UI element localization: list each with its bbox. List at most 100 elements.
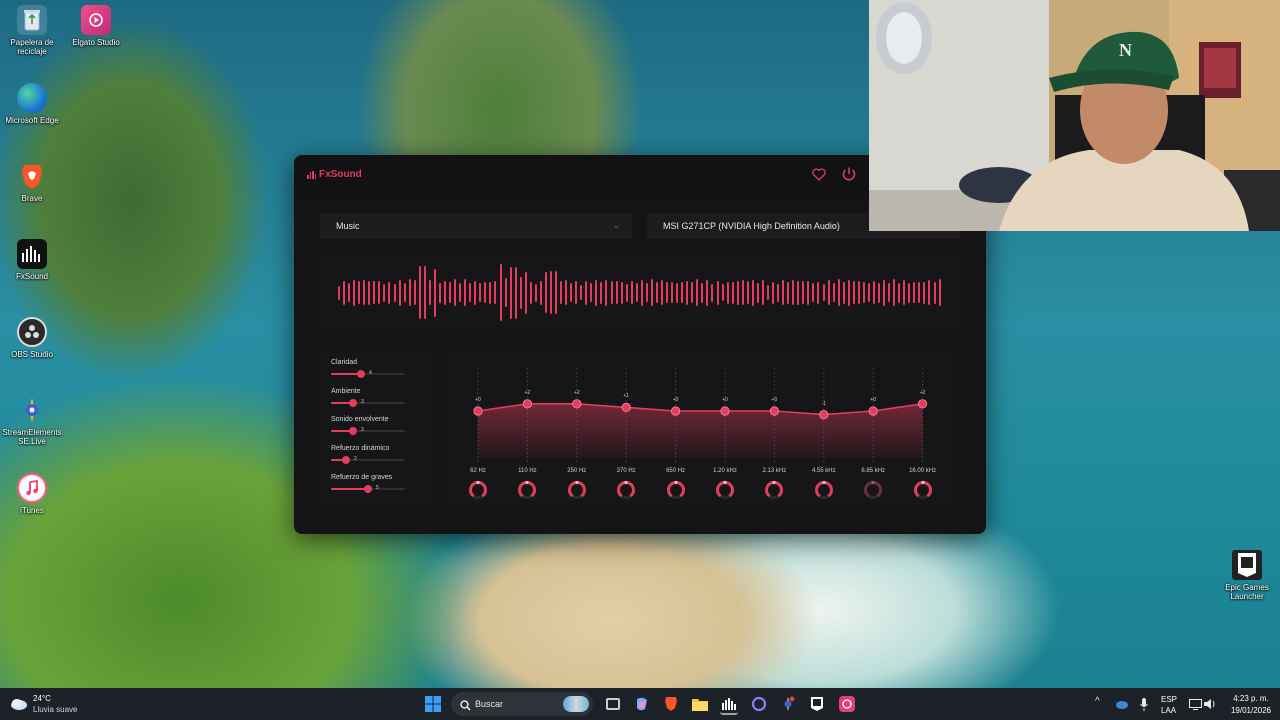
clock-time[interactable]: 4:23 p. m. (1231, 694, 1271, 703)
eq-band-gain-label: +0 (771, 397, 778, 403)
eq-band-frequency-label: 650 Hz (666, 468, 686, 474)
effect-slider-track[interactable] (331, 485, 405, 493)
preset-select[interactable]: Music ⌄ (320, 213, 632, 239)
file-explorer-icon[interactable] (691, 695, 709, 713)
visualizer-bar (413, 280, 416, 305)
eq-band-knob[interactable] (665, 479, 687, 501)
visualizer-bar (560, 281, 563, 304)
language-bottom[interactable]: LAA (1161, 706, 1176, 715)
volume-icon[interactable] (1201, 695, 1219, 713)
tray-cloud-icon[interactable] (1113, 695, 1131, 713)
microphone-icon[interactable] (1135, 695, 1153, 713)
visualizer-bar (519, 276, 522, 309)
obs-studio-icon (17, 317, 47, 347)
visualizer-bar (388, 281, 391, 304)
power-button[interactable] (840, 165, 858, 183)
effect-slider-track[interactable] (331, 427, 405, 435)
recycle-bin-icon (17, 5, 47, 35)
effect-bass-boost: Refuerzo de graves 5 (331, 474, 431, 500)
eq-band-knob[interactable] (516, 479, 538, 501)
eq-band-handle[interactable] (621, 402, 631, 413)
eq-band-handle[interactable] (522, 399, 533, 409)
task-view-icon[interactable] (604, 695, 622, 713)
brave-taskbar-icon[interactable] (662, 695, 680, 713)
start-button[interactable] (424, 695, 442, 713)
eq-band-knob[interactable] (615, 479, 637, 501)
eq-band-knob[interactable] (467, 479, 489, 501)
visualizer-bar (423, 266, 426, 319)
visualizer-bar (842, 281, 845, 304)
effect-slider-handle[interactable] (357, 370, 365, 378)
search-box[interactable]: Buscar (451, 692, 593, 716)
effect-slider-handle[interactable] (349, 399, 357, 407)
visualizer-bar (580, 285, 583, 300)
visualizer-bars (338, 250, 942, 335)
desktop-icon-brave[interactable]: Brave (0, 161, 67, 203)
visualizer-bar (807, 280, 810, 305)
visualizer-bar (418, 266, 421, 319)
fxsound-taskbar-icon[interactable] (720, 695, 738, 715)
visualizer-bar (464, 279, 467, 306)
eq-band-handle[interactable] (572, 399, 582, 409)
eq-band-knob[interactable] (714, 479, 736, 501)
desktop-icon-itunes[interactable]: iTunes (0, 473, 67, 515)
visualizer-bar (661, 280, 663, 305)
epic-games-taskbar-icon[interactable] (808, 695, 826, 713)
streamelements-icon (17, 395, 47, 425)
effect-slider-handle[interactable] (349, 427, 357, 435)
effect-slider-track[interactable] (331, 456, 405, 464)
tray-overflow-chevron-icon[interactable]: ^ (1095, 696, 1100, 707)
visualizer-bar (605, 279, 608, 306)
desktop-icon-fxsound[interactable]: FxSound (0, 239, 67, 281)
weather-icon[interactable] (10, 695, 28, 713)
desktop-icon-microsoft-edge[interactable]: Microsoft Edge (0, 83, 67, 125)
desktop-icon-elgato-studio[interactable]: Elgato Studio (61, 5, 131, 47)
elgato-taskbar-icon[interactable] (838, 695, 856, 713)
visualizer-bar (888, 283, 891, 302)
eq-band-knob[interactable] (813, 479, 835, 501)
visualizer-bar (433, 268, 436, 317)
visualizer-bar (893, 279, 896, 306)
effect-slider-track[interactable] (331, 370, 405, 378)
eq-band-frequency-label: 370 Hz (616, 468, 636, 474)
eq-band-knob[interactable] (763, 479, 785, 501)
visualizer-bar (534, 283, 537, 302)
visualizer-bar (766, 285, 769, 300)
eq-band-handle[interactable] (819, 409, 829, 420)
effect-dynamic-boost: Refuerzo dinámico 2 (331, 445, 431, 471)
effect-slider-handle[interactable] (364, 485, 372, 493)
effect-slider-track[interactable] (331, 399, 405, 407)
weather-temperature[interactable]: 24°C (33, 694, 51, 703)
favorite-button[interactable] (810, 165, 828, 183)
eq-band-handle[interactable] (671, 406, 681, 416)
desktop-icon-streamelements[interactable]: StreamElements SE.Live (0, 395, 67, 446)
effect-slider-handle[interactable] (342, 456, 350, 464)
visualizer-bar (499, 264, 502, 321)
eq-band-handle[interactable] (868, 406, 878, 416)
visualizer-bar (630, 281, 633, 304)
visualizer-bar (903, 280, 906, 305)
visualizer-bar (726, 281, 729, 304)
copilot-icon[interactable] (633, 695, 651, 713)
clock-date[interactable]: 19/01/2026 (1226, 706, 1276, 715)
eq-band-handle[interactable] (769, 406, 779, 416)
eq-band-handle[interactable] (720, 406, 730, 416)
eq-band-knob[interactable] (566, 479, 588, 501)
eq-band-handle[interactable] (917, 399, 928, 409)
desktop-icon-obs-studio[interactable]: OBS Studio (0, 317, 67, 359)
language-top[interactable]: ESP (1161, 695, 1177, 704)
eq-band-handle[interactable] (473, 406, 483, 416)
visualizer-bar (686, 280, 689, 305)
visualizer-bar (600, 281, 603, 304)
desktop-icon-recycle-bin[interactable]: Papelera de reciclaje (0, 5, 67, 56)
desktop-icon-epic-games[interactable]: Epic Games Launcher (1212, 550, 1280, 601)
eq-band-knob[interactable] (912, 479, 934, 501)
visualizer-bar (666, 282, 669, 303)
cortana-ring-icon[interactable] (750, 695, 768, 713)
streamelements-taskbar-icon[interactable] (779, 695, 797, 713)
eq-band-gain-label: -1 (821, 400, 827, 407)
eq-band-knob[interactable] (862, 479, 884, 501)
weather-description[interactable]: Lluvia suave (33, 705, 77, 714)
visualizer-bar (570, 283, 573, 302)
desktop-icon-label: Epic Games Launcher (1225, 583, 1269, 601)
